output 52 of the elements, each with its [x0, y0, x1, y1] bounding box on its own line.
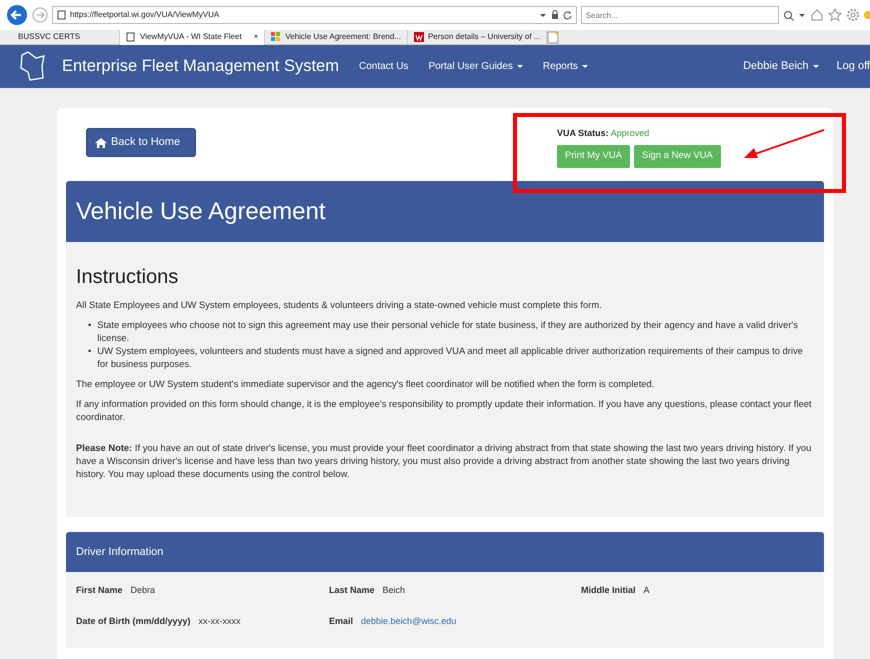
close-button[interactable]: ×: [254, 31, 258, 43]
bullet-mark: •: [88, 318, 92, 332]
new-tab-icon[interactable]: [547, 30, 560, 44]
nav-link[interactable]: Portal User Guides: [428, 59, 523, 74]
user-menu[interactable]: Debbie Beich: [743, 58, 819, 75]
settings-icon[interactable]: [846, 8, 860, 22]
address-bar[interactable]: https://fleetportal.wi.gov/VUA/ViewMyVUA: [52, 6, 577, 24]
field-value: xx-xx-xxxx: [198, 614, 241, 628]
paragraph: If any information provided on this form should change, it is the employee's responsibility to promptly update their information. If you have any questions, please contact your fleet coordinator.: [76, 397, 813, 423]
search-icon[interactable]: [783, 10, 794, 20]
back-icon[interactable]: [6, 4, 28, 26]
page-banner: Vehicle Use Agreement: [66, 181, 824, 242]
dropdown-icon[interactable]: [798, 12, 806, 18]
field-label: Email: [329, 614, 354, 628]
lock-icon: [550, 10, 559, 20]
star-icon[interactable]: [828, 8, 842, 22]
nav-link[interactable]: Contact Us: [358, 59, 408, 74]
caret-icon: [582, 65, 588, 68]
caret-icon: [516, 65, 523, 68]
forward-icon[interactable]: [32, 7, 48, 23]
home-icon: [95, 136, 107, 148]
list-item-text: State employees who choose not to sign this agreement may use their personal vehicle for state business, if they are authorized by their agency and have a valid driver's license.: [97, 318, 799, 344]
browser-tab[interactable]: ViewMyVUA - WI State Fleet ×: [120, 30, 266, 44]
dropdown-icon[interactable]: [538, 12, 547, 18]
paragraph: The employee or UW System student's immediate supervisor and the agency's fleet coordinator will be notified when the form is completed.: [76, 377, 656, 390]
logout-link[interactable]: Log off: [836, 58, 870, 75]
brand-link[interactable]: Enterprise Fleet Management System: [62, 54, 339, 79]
email-link[interactable]: debbie.beich@wisc.edu: [361, 614, 456, 628]
caret-icon: [812, 65, 819, 68]
list-item-text: UW System employees, volunteers and students must have a signed and approved VUA and meet all applicable driver authorization requirements of their campus to drive for business purposes.: [97, 344, 804, 370]
bullet-mark: •: [88, 344, 92, 358]
note-paragraph: Please Note: If you have an out of state driver's license, you must provide your fleet coordinator a driving abstract from that state showing the last two years driving history. If you have a Wisconsin driver's license and have less than two years driving history, you must also provide a driving abstract from another state showing the last two years driving history. You may upload these documents using the control below.: [76, 441, 812, 480]
page-icon: [126, 32, 136, 42]
paragraph: All State Employees and UW System employees, students & volunteers driving a state-owned vehicle must complete this form.: [76, 298, 603, 311]
field-label: First Name: [76, 584, 123, 597]
status-text: VUA Status: Approved: [557, 127, 650, 140]
field-label: Middle Initial: [581, 584, 636, 597]
back-button[interactable]: Back to Home: [86, 128, 196, 157]
refresh-icon[interactable]: [562, 10, 572, 20]
state-map-icon: [18, 50, 48, 82]
section-heading: Instructions: [76, 265, 180, 289]
field-label: Date of Birth (mm/dd/yyyy): [76, 614, 191, 628]
page-icon: [57, 10, 66, 20]
section-header: Driver Information: [66, 532, 824, 572]
logo-icon: [414, 32, 424, 42]
field-label: Last Name: [329, 584, 375, 597]
field-value: A: [644, 584, 650, 597]
field-value: Beich: [382, 584, 406, 597]
field-value: Debra: [130, 584, 156, 597]
search-field[interactable]: Search...: [580, 6, 779, 24]
tiles-icon: [271, 32, 282, 42]
nav-link[interactable]: Reports: [542, 59, 588, 74]
